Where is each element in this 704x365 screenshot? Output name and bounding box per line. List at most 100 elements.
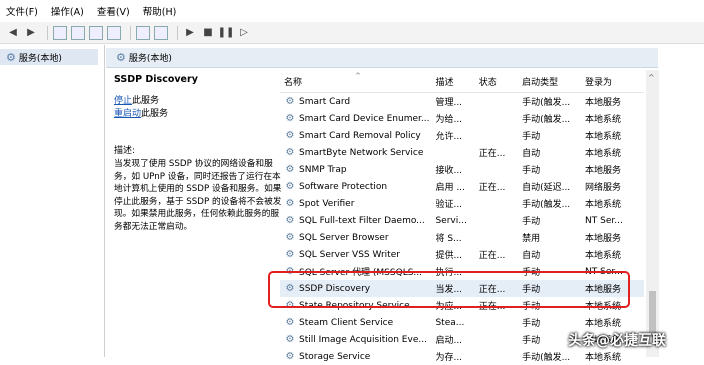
service-startup-cell: 手动 [522, 319, 541, 329]
back-arrow-icon[interactable]: ◀ [6, 26, 20, 40]
properties-icon[interactable] [71, 25, 85, 40]
service-name-cell: ⚙ Still Image Acquisition Eve... [280, 334, 429, 345]
service-startup-cell: 自动 [522, 251, 541, 261]
service-desc-cell: 启用 ... [435, 183, 465, 193]
restart-icon[interactable]: ▷ [237, 26, 251, 40]
service-gear-icon: ⚙ [285, 249, 295, 260]
stop-suffix: 此服务 [132, 96, 160, 106]
service-logon-cell: 本地服务 [585, 166, 622, 176]
service-logon-cell: 本地系统 [585, 200, 622, 210]
service-desc-cell: 启动... [435, 336, 463, 346]
table-row[interactable]: ⚙ Spot Verifier 验证... 手动(触发... 本地系统 [280, 195, 644, 212]
table-row[interactable]: ⚙ Smart Card Removal Policy 允许... 手动 本地系统 [280, 127, 644, 144]
service-gear-icon: ⚙ [285, 198, 295, 209]
service-startup-cell: 手动(触发... [522, 98, 571, 108]
service-gear-icon: ⚙ [285, 232, 295, 243]
table-header: 名称 描述 状态 启动类型 登录为 [280, 70, 644, 93]
service-name-cell: ⚙ SQL Server Browser [280, 232, 429, 243]
table-row[interactable]: ⚙ Smart Card 管理... 手动(触发... 本地服务 [280, 93, 644, 110]
table-row[interactable]: ⚙ Steam Client Service Stea... 手动 本地系统 [280, 314, 644, 331]
service-startup-cell: 自动(延迟... [522, 183, 571, 193]
table-body: ⚙ Smart Card 管理... 手动(触发... 本地服务 ⚙ Smart Card … [280, 93, 644, 365]
service-name: SQL Server Browser [299, 232, 389, 243]
table-row[interactable]: ⚙ SmartByte Network Service 正在... 自动 本地系统 [280, 144, 644, 161]
service-gear-icon: ⚙ [285, 96, 295, 107]
service-gear-icon: ⚙ [285, 334, 295, 345]
service-name: Spot Verifier [299, 198, 355, 209]
toolbar-divider [47, 25, 48, 40]
stop-service-link[interactable]: 停止 [114, 96, 132, 106]
service-status-cell: 正在... [478, 183, 506, 193]
console-tree: ⚙ 服务(本地) [0, 45, 105, 357]
service-logon-cell: 网络服务 [585, 183, 622, 193]
column-header-startup[interactable]: 启动类型 [518, 75, 581, 88]
tree-item-services-local[interactable]: ⚙ 服务(本地) [0, 49, 98, 65]
menu-bar: 文件(F) 操作(A) 查看(V) 帮助(H) [0, 0, 704, 22]
service-logon-cell: NT Ser... [585, 215, 623, 226]
service-startup-cell: 手动(触发... [522, 200, 571, 210]
service-name: Smart Card Removal Policy [299, 130, 421, 141]
service-gear-icon: ⚙ [285, 317, 295, 328]
watermark: 头条@必捷互联 [568, 333, 666, 349]
service-desc-cell: 为给... [435, 115, 463, 125]
service-desc-cell: 提供... [435, 251, 463, 261]
table-row[interactable]: ⚙ Software Protection 启用 ... 正在... 自动(延迟... 网… [280, 178, 644, 195]
service-desc-cell: Stea... [435, 317, 465, 328]
column-header-logon[interactable]: 登录为 [581, 75, 644, 88]
service-status-cell: 正在... [478, 251, 506, 261]
menu-file[interactable]: 文件(F) [0, 4, 45, 18]
menu-action[interactable]: 操作(A) [45, 4, 91, 18]
table-row[interactable]: ⚙ SQL Server Browser 将 S... 禁用 本地服务 [280, 229, 644, 246]
service-name-cell: ⚙ Steam Client Service [280, 317, 429, 328]
restart-service-link[interactable]: 重启动 [114, 109, 141, 119]
service-startup-cell: 手动(触发... [522, 115, 571, 125]
service-name-cell: ⚙ Spot Verifier [280, 198, 429, 209]
table-row[interactable]: ⚙ Smart Card Device Enumer... 为给... 手动(触发..… [280, 110, 644, 127]
stop-icon[interactable]: ■ [201, 26, 215, 40]
panel-header-title: 服务(本地) [128, 54, 172, 64]
menu-help[interactable]: 帮助(H) [137, 4, 184, 18]
service-name: Smart Card Device Enumer... [298, 113, 430, 124]
refresh-icon[interactable] [89, 25, 103, 40]
column-header-description[interactable]: 描述 [429, 75, 474, 88]
service-name-cell: ⚙ SNMP Trap [280, 164, 429, 175]
service-startup-cell: 自动 [522, 149, 541, 159]
service-desc-cell: 将 S... [435, 234, 462, 244]
service-name-cell: ⚙ Smart Card [280, 96, 429, 107]
pause-icon[interactable]: ❚❚ [218, 26, 235, 40]
play-icon[interactable]: ▶ [183, 26, 197, 40]
help-icon[interactable] [136, 25, 150, 40]
service-gear-icon: ⚙ [285, 130, 295, 141]
vertical-scrollbar[interactable]: ^ [646, 70, 659, 357]
service-name-cell: ⚙ SQL Server VSS Writer [280, 249, 429, 260]
toolbar-divider [177, 25, 178, 40]
table-row[interactable]: ⚙ SQL Full-text Filter Daemo... Servi... 手动… [280, 212, 644, 229]
export-list-icon[interactable] [107, 25, 121, 40]
menu-view[interactable]: 查看(V) [91, 4, 137, 18]
services-icon: ⚙ [6, 50, 16, 64]
service-name: Steam Client Service [299, 317, 394, 328]
table-row[interactable]: ⚙ SNMP Trap 接收... 手动 本地服务 [280, 161, 644, 178]
service-gear-icon: ⚙ [285, 147, 295, 158]
service-gear-icon: ⚙ [285, 181, 295, 192]
service-details: SSDP Discovery 停止此服务 重启动此服务 描述: 当发现了使用 S… [108, 70, 281, 357]
service-logon-cell: 本地系统 [585, 251, 622, 261]
forward-arrow-icon[interactable]: ▶ [24, 26, 38, 40]
toolbar: ◀ ▶ ▶ ■ ❚❚ ▷ [0, 22, 704, 44]
view-icon[interactable] [154, 25, 168, 40]
scroll-up-icon[interactable]: ^ [648, 73, 655, 82]
service-desc-cell: 接收... [435, 166, 463, 176]
service-name-cell: ⚙ Software Protection [280, 181, 429, 192]
tree-item-label: 服务(本地) [18, 53, 62, 64]
services-icon: ⚙ [116, 51, 126, 64]
sort-arrow-icon: ^ [355, 72, 361, 80]
service-name: Still Image Acquisition Eve... [299, 334, 427, 345]
highlight-box [268, 271, 630, 308]
service-name: Smart Card [299, 96, 351, 107]
column-header-status[interactable]: 状态 [475, 75, 518, 88]
table-row[interactable]: ⚙ SQL Server VSS Writer 提供... 正在... 自动 本地系统 [280, 246, 644, 263]
show-tree-icon[interactable] [53, 25, 67, 40]
service-desc-cell: 验证... [435, 200, 463, 210]
service-name: SNMP Trap [299, 164, 347, 175]
restart-suffix: 此服务 [141, 109, 169, 119]
